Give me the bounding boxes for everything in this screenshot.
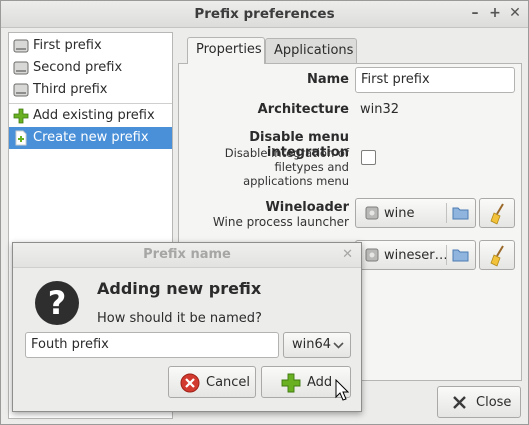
list-separator (9, 103, 172, 104)
dialog-prompt: How should it be named? (97, 311, 262, 326)
architecture-value: win32 (360, 102, 400, 117)
disable-menu-integration-description: Disable integration of filetypes and app… (224, 146, 349, 188)
cancel-icon (180, 373, 200, 393)
wineloader-clear-button[interactable] (479, 198, 515, 228)
window-titlebar[interactable]: Prefix preferences – + ✕ (1, 1, 528, 28)
cancel-button-label: Cancel (206, 375, 251, 390)
broom-icon (490, 245, 504, 267)
drive-icon (13, 61, 29, 75)
create-new-prefix-item[interactable]: Create new prefix (9, 127, 172, 149)
close-window-icon[interactable]: ✕ (507, 5, 523, 21)
list-item-third-prefix[interactable]: Third prefix (9, 79, 172, 101)
architecture-label: Architecture (257, 102, 349, 117)
dialog-title: Prefix name (143, 247, 231, 262)
plus-icon (13, 108, 29, 124)
add-button-label: Add (307, 375, 333, 390)
drive-icon (13, 83, 29, 97)
file-icon (365, 248, 379, 262)
dialog-close-icon[interactable]: ✕ (342, 247, 353, 262)
dialog-titlebar[interactable]: Prefix name ✕ (13, 243, 361, 268)
tab-properties[interactable]: Properties (187, 37, 265, 64)
close-icon (453, 396, 466, 409)
file-icon (365, 206, 379, 220)
list-item-label: Create new prefix (33, 130, 149, 145)
plus-icon (281, 373, 301, 393)
folder-icon (452, 207, 469, 220)
list-item-label: First prefix (33, 38, 102, 53)
architecture-select-value: win64 (292, 337, 332, 352)
list-item-first-prefix[interactable]: First prefix (9, 35, 172, 57)
wineloader-value: wine (384, 206, 415, 221)
drive-icon (13, 39, 29, 53)
close-button[interactable]: Close (437, 386, 521, 418)
maximize-icon[interactable]: + (487, 5, 503, 21)
wineloader-description: Wine process launcher (212, 215, 349, 229)
folder-icon (452, 249, 469, 262)
wineserver-file-chooser[interactable]: wineser… (355, 240, 476, 270)
name-label: Name (306, 72, 349, 87)
list-item-second-prefix[interactable]: Second prefix (9, 57, 172, 79)
tab-applications[interactable]: Applications (265, 38, 357, 64)
architecture-select[interactable]: win64 (283, 332, 351, 358)
cancel-button[interactable]: Cancel (168, 366, 256, 398)
window-title: Prefix preferences (194, 6, 335, 22)
list-item-label: Second prefix (33, 60, 123, 75)
wineserver-clear-button[interactable] (479, 240, 515, 270)
wineloader-file-chooser[interactable]: wine (355, 198, 476, 228)
new-document-icon (15, 130, 27, 146)
prefix-name-dialog: Prefix name ✕ ? Adding new prefix How sh… (12, 242, 362, 412)
add-existing-prefix-item[interactable]: Add existing prefix (9, 105, 172, 127)
prefix-name-input[interactable]: Fouth prefix (25, 332, 279, 358)
disable-menu-integration-checkbox[interactable] (361, 150, 376, 165)
button-divider (446, 245, 447, 265)
list-item-label: Third prefix (33, 82, 108, 97)
minimize-icon[interactable]: – (467, 5, 483, 21)
mouse-cursor-icon (335, 379, 349, 401)
broom-icon (490, 203, 504, 225)
chevron-down-icon (333, 342, 344, 349)
close-button-label: Close (476, 395, 512, 410)
button-divider (446, 203, 447, 223)
list-item-label: Add existing prefix (33, 108, 155, 123)
wineserver-value: wineser… (384, 248, 448, 263)
dialog-heading: Adding new prefix (97, 279, 262, 298)
wineloader-label: Wineloader (265, 200, 349, 215)
name-field[interactable]: First prefix (355, 67, 515, 93)
question-icon: ? (35, 281, 79, 325)
